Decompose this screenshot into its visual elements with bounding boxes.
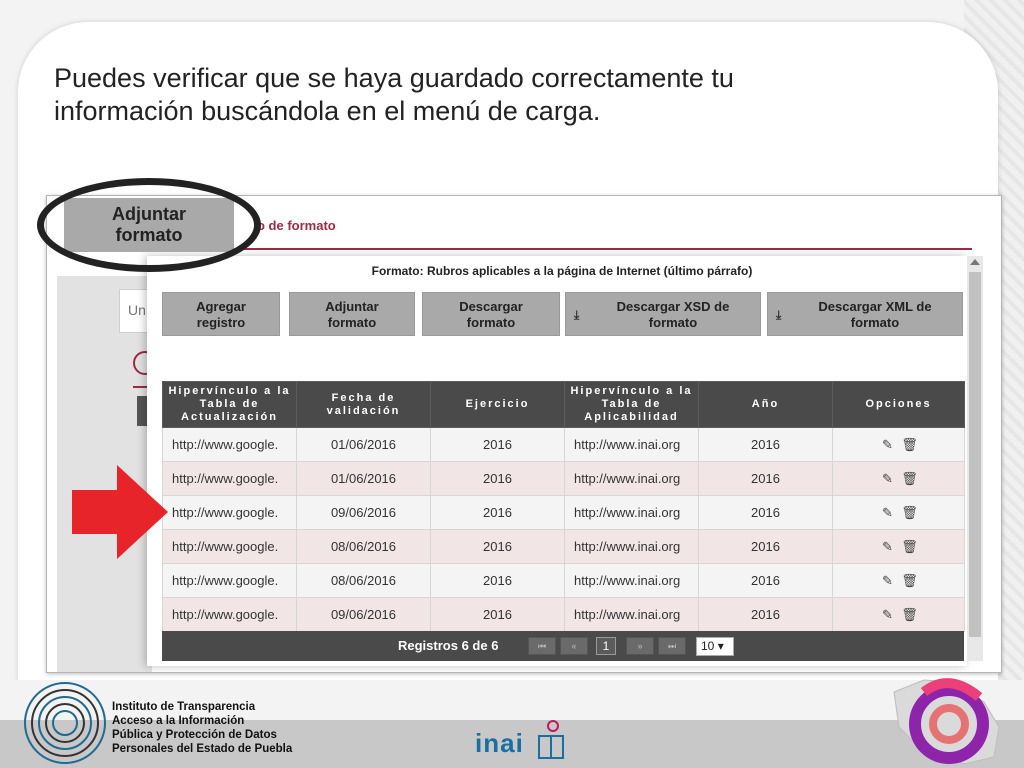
- next-page-button[interactable]: »: [626, 637, 654, 655]
- inai-logo-icon: [538, 720, 564, 759]
- pencil-icon[interactable]: ✎: [877, 437, 899, 453]
- cell-opciones: ✎ 🗑︎: [832, 461, 965, 496]
- red-arrow-icon: [72, 465, 168, 559]
- cell-fecha: 09/06/2016: [296, 495, 431, 530]
- cell-anio: 2016: [698, 597, 833, 632]
- table-row: http://www.google. 01/06/2016 2016 http:…: [162, 427, 965, 462]
- pencil-icon[interactable]: ✎: [877, 505, 899, 521]
- table-row: http://www.google. 09/06/2016 2016 http:…: [162, 597, 965, 632]
- scroll-up-arrow-icon[interactable]: [970, 259, 980, 265]
- cell-fecha: 08/06/2016: [296, 529, 431, 564]
- cell-fecha: 01/06/2016: [296, 427, 431, 462]
- trash-icon[interactable]: 🗑︎: [899, 437, 921, 453]
- table-row: http://www.google. 08/06/2016 2016 http:…: [162, 529, 965, 564]
- cell-anio: 2016: [698, 495, 833, 530]
- descargar-xsd-button[interactable]: ⤓ Descargar XSD de formato: [565, 292, 761, 336]
- pencil-icon[interactable]: ✎: [877, 573, 899, 589]
- cell-ejercicio: 2016: [430, 495, 565, 530]
- records-count: Registros 6 de 6: [398, 638, 499, 653]
- column-header: Opciones: [832, 381, 965, 428]
- cell-anio: 2016: [698, 427, 833, 462]
- background-tab-underline: [242, 248, 972, 250]
- cell-link-actualizacion[interactable]: http://www.google.: [162, 529, 297, 564]
- modal-scrollbar[interactable]: [967, 256, 983, 661]
- cell-link-actualizacion[interactable]: http://www.google.: [162, 461, 297, 496]
- cell-opciones: ✎ 🗑︎: [832, 529, 965, 564]
- pencil-icon[interactable]: ✎: [877, 607, 899, 623]
- cell-ejercicio: 2016: [430, 563, 565, 598]
- cell-link-actualizacion[interactable]: http://www.google.: [162, 597, 297, 632]
- adjuntar-formato-button[interactable]: Adjuntar formato: [289, 292, 415, 336]
- agregar-registro-button[interactable]: Agregar registro: [162, 292, 280, 336]
- cell-link-aplicabilidad[interactable]: http://www.inai.org: [564, 495, 699, 530]
- table-pager: Registros 6 de 6 ⏮ « 1 » ⏭ 10 ▾: [162, 631, 964, 661]
- cell-link-aplicabilidad[interactable]: http://www.inai.org: [564, 529, 699, 564]
- last-page-button[interactable]: ⏭: [658, 637, 686, 655]
- download-icon: ⤓: [574, 308, 580, 322]
- cell-fecha: 09/06/2016: [296, 597, 431, 632]
- pencil-icon[interactable]: ✎: [877, 471, 899, 487]
- page-size-select[interactable]: 10 ▾: [696, 637, 734, 656]
- column-header[interactable]: Ejercicio: [430, 381, 565, 428]
- cell-link-actualizacion[interactable]: http://www.google.: [162, 495, 297, 530]
- cell-link-aplicabilidad[interactable]: http://www.inai.org: [564, 597, 699, 632]
- modal-title: Formato: Rubros aplicables a la página d…: [371, 264, 753, 278]
- format-modal: Formato: Rubros aplicables a la página d…: [147, 256, 967, 666]
- highlight-ellipse: [37, 178, 261, 272]
- column-header[interactable]: Hipervínculo a la Tabla de Aplicabilidad: [564, 381, 699, 428]
- table-row: http://www.google. 01/06/2016 2016 http:…: [162, 461, 965, 496]
- trash-icon[interactable]: 🗑︎: [899, 471, 921, 487]
- table-row: http://www.google. 09/06/2016 2016 http:…: [162, 495, 965, 530]
- cell-fecha: 01/06/2016: [296, 461, 431, 496]
- cell-opciones: ✎ 🗑︎: [832, 427, 965, 462]
- descargar-formato-button[interactable]: Descargar formato: [422, 292, 560, 336]
- column-header[interactable]: Fecha de validación: [296, 381, 431, 428]
- inai-logo-text: inai: [475, 728, 524, 758]
- background-tab-label[interactable]: o de formato: [257, 218, 336, 233]
- pencil-icon[interactable]: ✎: [877, 539, 899, 555]
- cell-opciones: ✎ 🗑︎: [832, 597, 965, 632]
- table-header-row: Hipervínculo a la Tabla de Actualización…: [162, 381, 965, 428]
- trash-icon[interactable]: 🗑︎: [899, 505, 921, 521]
- download-icon: ⤓: [776, 308, 782, 322]
- cell-anio: 2016: [698, 461, 833, 496]
- cell-ejercicio: 2016: [430, 461, 565, 496]
- cell-ejercicio: 2016: [430, 427, 565, 462]
- itaipue-logo-icon: [24, 682, 106, 764]
- current-page[interactable]: 1: [596, 637, 616, 655]
- cell-fecha: 08/06/2016: [296, 563, 431, 598]
- cell-ejercicio: 2016: [430, 529, 565, 564]
- column-header[interactable]: Hipervínculo a la Tabla de Actualización: [162, 381, 297, 428]
- slide-headline: Puedes verificar que se haya guardado co…: [54, 62, 934, 128]
- cell-anio: 2016: [698, 529, 833, 564]
- table-row: http://www.google. 08/06/2016 2016 http:…: [162, 563, 965, 598]
- cell-link-aplicabilidad[interactable]: http://www.inai.org: [564, 563, 699, 598]
- trash-icon[interactable]: 🗑︎: [899, 539, 921, 555]
- cell-link-actualizacion[interactable]: http://www.google.: [162, 563, 297, 598]
- cell-link-actualizacion[interactable]: http://www.google.: [162, 427, 297, 462]
- cell-link-aplicabilidad[interactable]: http://www.inai.org: [564, 461, 699, 496]
- cell-link-aplicabilidad[interactable]: http://www.inai.org: [564, 427, 699, 462]
- cell-ejercicio: 2016: [430, 597, 565, 632]
- headline-line-2: información buscándola en el menú de car…: [54, 96, 601, 126]
- cell-anio: 2016: [698, 563, 833, 598]
- first-page-button[interactable]: ⏮: [528, 637, 556, 655]
- institution-name: Instituto de Transparencia Acceso a la I…: [112, 701, 293, 755]
- trash-icon[interactable]: 🗑︎: [899, 607, 921, 623]
- scroll-thumb[interactable]: [969, 272, 981, 637]
- prev-page-button[interactable]: «: [560, 637, 588, 655]
- records-table: Hipervínculo a la Tabla de Actualización…: [162, 381, 965, 632]
- descargar-xml-button[interactable]: ⤓ Descargar XML de formato: [767, 292, 963, 336]
- trash-icon[interactable]: 🗑︎: [899, 573, 921, 589]
- headline-line-1: Puedes verificar que se haya guardado co…: [54, 63, 734, 93]
- cell-opciones: ✎ 🗑︎: [832, 563, 965, 598]
- cell-opciones: ✎ 🗑︎: [832, 495, 965, 530]
- puebla-emblem-icon: [893, 678, 1000, 765]
- column-header[interactable]: Año: [698, 381, 833, 428]
